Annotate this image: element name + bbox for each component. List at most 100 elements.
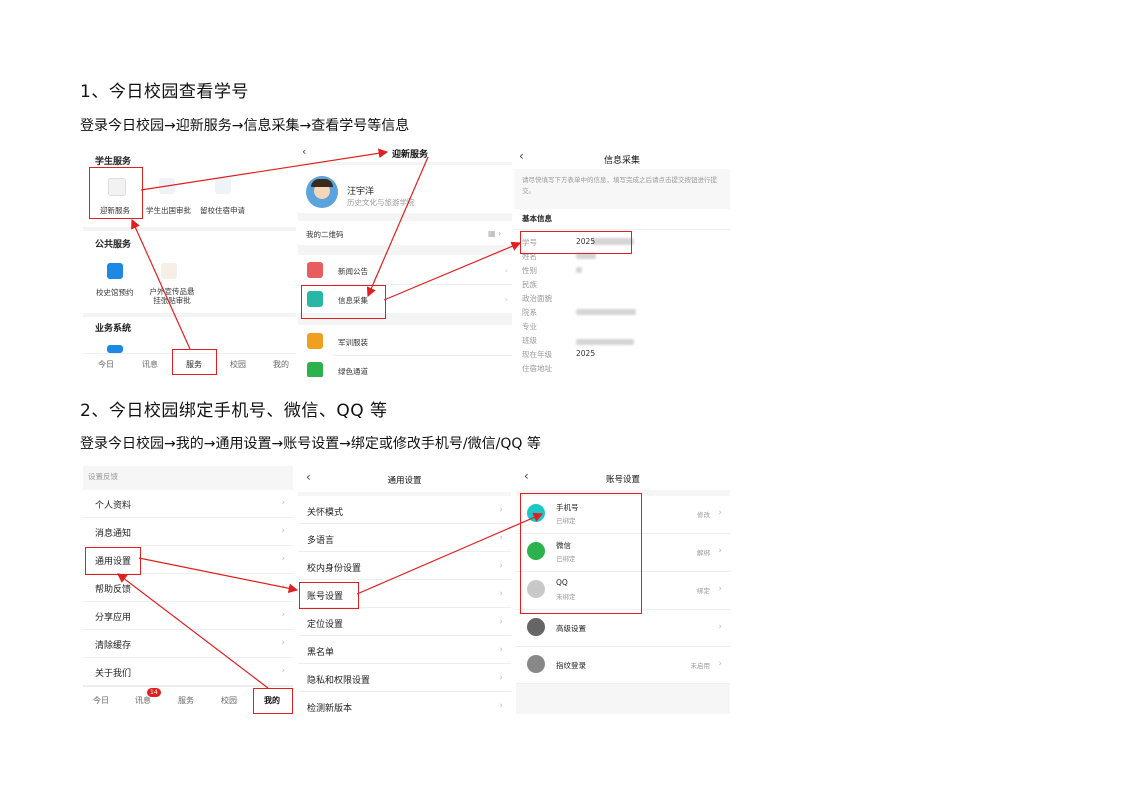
qr-code-icon[interactable]: ▦ › [488,229,501,238]
tab-services[interactable]: 服务 [179,359,209,370]
settings-feedback-header: 设置反馈 [88,472,118,481]
tab-today[interactable]: 今日 [91,359,121,370]
news-row[interactable]: 新闻公告 [338,266,368,277]
general-settings-row[interactable]: 定位设置 › [298,608,511,636]
general-settings-row[interactable]: 账号设置 › [298,580,511,608]
chevron-right-icon: › [718,659,722,669]
chevron-right-icon: › [718,508,722,518]
uniform-row[interactable]: 军训服装 [338,337,368,348]
chevron-right-icon: › [499,589,503,599]
account-row-status: 未绑定 [556,593,576,601]
phone-icon [527,504,545,522]
account-row-action[interactable]: 修改 [697,509,710,519]
general-settings-row[interactable]: 多语言 › [298,524,511,552]
qr-code-label[interactable]: 我的二维码 [306,229,344,240]
tab-campus[interactable]: 校园 [215,695,243,706]
account-row-action[interactable]: 解绑 [697,547,710,557]
account-row-name: QQ [556,578,568,587]
account-row[interactable]: 手机号 已绑定 修改 › [516,496,730,534]
chevron-right-icon: › [499,505,503,515]
general-settings-title: 通用设置 [387,476,422,486]
tab-me[interactable]: 我的 [258,695,286,706]
account-row-name: 手机号 [556,503,579,512]
museum-label[interactable]: 校史馆预约 [96,287,134,298]
general-settings-row-label: 多语言 [307,536,335,546]
chevron-right-icon: › [281,666,285,676]
settings-row[interactable]: 消息通知 › [83,518,293,546]
news-icon [307,262,323,278]
form-notice: 请尽快填写下方表单中的信息，填写完成之后请点击提交按钮进行提交。 [522,176,717,195]
settings-row[interactable]: 分享应用 › [83,602,293,630]
general-settings-row[interactable]: 黑名单 › [298,636,511,664]
museum-icon[interactable] [107,263,123,279]
chevron-right-icon: › [499,673,503,683]
general-settings-row[interactable]: 检测新版本 › [298,692,511,714]
green-channel-row[interactable]: 绿色通道 [338,366,368,377]
welcome-service-screenshot: ‹ 汪宇洋 历史文化与旅游学院 我的二维码 ▦ › 新闻公告 信息采集 › › … [298,145,512,377]
info-collect-icon [307,291,323,307]
settings-row-label: 分享应用 [95,613,132,623]
form-field-label: 姓名 [522,252,537,261]
gear-icon [527,618,545,636]
general-settings-row-label: 账号设置 [307,592,344,602]
general-settings-row[interactable]: 关怀模式 › [298,496,511,524]
business-icon[interactable] [107,345,123,353]
calendar-icon[interactable] [161,263,177,279]
chevron-right-icon: › [281,526,285,536]
settings-row[interactable]: 通用设置 › [83,546,293,574]
chevron-right-icon: › [504,295,508,304]
settings-row[interactable]: 清除缓存 › [83,630,293,658]
account-row[interactable]: QQ 未绑定 绑定 › [516,572,730,610]
settings-row[interactable]: 个人资料 › [83,490,293,518]
basic-info-title: 基本信息 [522,214,552,223]
account-row[interactable]: 微信 已绑定 解绑 › [516,534,730,572]
green-channel-icon [307,362,323,377]
info-collection-title: 信息采集 [603,156,640,166]
settings-row[interactable]: 关于我们 › [83,658,293,686]
chevron-right-icon: › [499,645,503,655]
back-icon[interactable]: ‹ [302,145,306,158]
general-settings-row[interactable]: 校内身份设置 › [298,552,511,580]
settings-row-label: 帮助反馈 [95,585,132,595]
chevron-right-icon: › [499,701,503,711]
form-field-label: 班级 [522,336,537,345]
account-row-status: 已绑定 [556,555,576,563]
general-settings-row-label: 关怀模式 [307,508,344,518]
chevron-right-icon: › [281,610,285,620]
settings-row[interactable]: 帮助反馈 › [83,574,293,602]
account-row-name: 微信 [556,541,571,550]
study-abroad-icon[interactable] [159,178,175,194]
tab-services[interactable]: 服务 [172,695,200,706]
account-row-name: 指纹登录 [556,661,586,670]
user-college: 历史文化与旅游学院 [347,198,415,207]
welcome-service-icon[interactable] [108,178,126,196]
general-settings-row[interactable]: 隐私和权限设置 › [298,664,511,692]
welcome-service-label[interactable]: 迎新服务 [100,205,130,216]
form-field-label: 性别 [522,266,537,275]
outdoor-ad-label[interactable]: 户外宣传品悬挂张贴审批 [147,287,197,305]
stay-on-campus-label[interactable]: 留校住宿申请 [200,205,245,216]
user-name: 汪宇洋 [347,187,375,197]
stay-on-campus-icon[interactable] [215,178,231,194]
section1-path: 登录今日校园→迎新服务→信息采集→查看学号等信息 [80,118,410,134]
chevron-right-icon: › [718,622,722,632]
form-field-value: 2025 [576,237,596,246]
info-collection-screenshot: ‹ 信息采集 请尽快填写下方表单中的信息，填写完成之后请点击提交按钮进行提交。 … [514,145,730,377]
tab-me[interactable]: 我的 [266,359,296,370]
settings-row-label: 关于我们 [95,669,132,679]
tab-campus[interactable]: 校园 [223,359,253,370]
public-services-title: 公共服务 [95,240,132,250]
general-settings-row-label: 检测新版本 [307,704,353,714]
info-collect-row[interactable]: 信息采集 [338,295,368,306]
tab-today[interactable]: 今日 [87,695,115,706]
study-abroad-label[interactable]: 学生出国审批 [146,205,191,216]
tab-messages[interactable]: 讯息 [135,359,165,370]
form-field-label: 住宿地址 [522,364,552,373]
account-row-action[interactable]: 未启用 [691,660,711,670]
form-field-value: 2025 [576,349,596,358]
account-row[interactable]: 高级设置 › [516,610,730,647]
chevron-right-icon: › [499,533,503,543]
section2-path: 登录今日校园→我的→通用设置→账号设置→绑定或修改手机号/微信/QQ 等 [80,436,541,452]
account-row[interactable]: 指纹登录 未启用 › [516,647,730,684]
account-row-action[interactable]: 绑定 [697,585,710,595]
